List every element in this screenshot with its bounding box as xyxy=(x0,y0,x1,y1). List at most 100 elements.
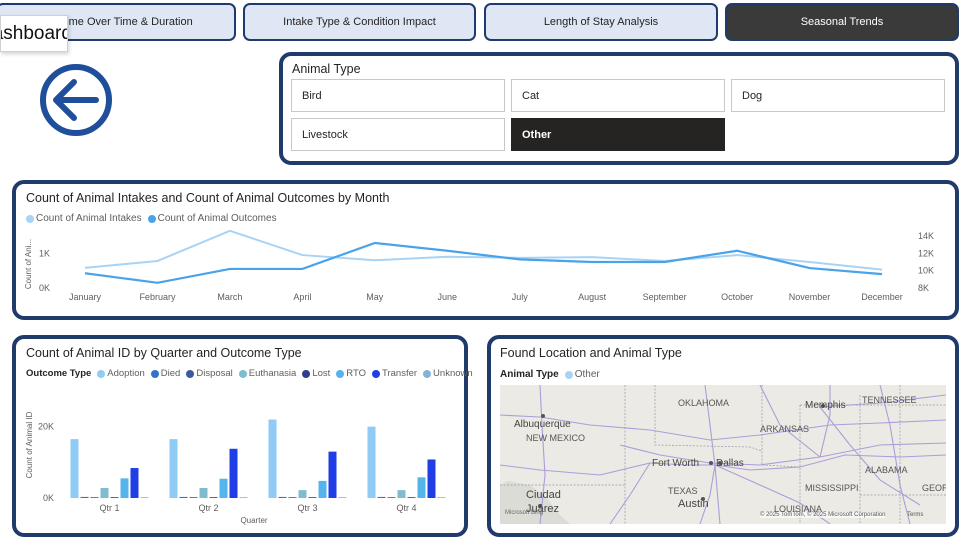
legend-label: Lost xyxy=(312,368,331,379)
bing-logo: Microsoft Bing xyxy=(505,510,544,516)
map-legend: Animal Type Other xyxy=(500,369,604,380)
slicer-option-dog[interactable]: Dog xyxy=(731,79,945,112)
y-tick-label: 0K xyxy=(43,493,54,503)
back-arrow-icon[interactable] xyxy=(38,62,114,138)
bar-unknown-qtr1 xyxy=(140,497,149,498)
y-left-tick: 1K xyxy=(39,248,50,258)
legend-swatch xyxy=(336,369,345,378)
legend-item-outcomes: Count of Animal Outcomes xyxy=(147,213,277,224)
tab-label: Length of Stay Analysis xyxy=(543,16,659,28)
legend-swatch xyxy=(186,369,195,378)
x-tick-label: February xyxy=(139,292,176,302)
bar-died-qtr4 xyxy=(377,496,386,498)
line-chart-legend: Count of Animal Intakes Count of Animal … xyxy=(26,213,281,224)
bar-disposal-qtr2 xyxy=(189,497,198,498)
legend-item-lost: Lost xyxy=(302,368,330,379)
tab-seasonal-trends[interactable]: Seasonal Trends xyxy=(725,3,959,41)
x-tick-label: August xyxy=(578,292,607,302)
tooltip-text: Dashboard xyxy=(1,22,68,44)
x-tick-label: October xyxy=(721,292,753,302)
x-tick-label: Qtr 1 xyxy=(99,503,119,513)
map-terms-link[interactable]: Terms xyxy=(907,512,923,518)
series-line-intakes xyxy=(84,229,883,271)
map-label-new-mexico: NEW MEXICO xyxy=(526,433,586,443)
bar-adoption-qtr3 xyxy=(268,419,277,498)
legend-label: Euthanasia xyxy=(248,368,297,379)
legend-swatch xyxy=(372,369,381,378)
legend-label: Disposal xyxy=(196,368,233,379)
legend-label: Unknown xyxy=(433,368,473,379)
bar-adoption-qtr2 xyxy=(169,439,178,498)
slicer-option-bird[interactable]: Bird xyxy=(291,79,505,112)
bar-disposal-qtr4 xyxy=(387,497,396,498)
map-label-arkansas: ARKANSAS xyxy=(760,424,810,434)
bar-chart: Count of Animal ID 0K 20K Qtr 1 Qtr 2 Qtr 3 Qt… xyxy=(25,411,446,525)
legend-item-rto: RTO xyxy=(336,368,366,379)
y-right-tick: 12K xyxy=(918,248,934,258)
option-label: Dog xyxy=(742,89,763,102)
map-label-tennessee: TENNESSEE xyxy=(862,395,917,405)
x-tick-label: Qtr 3 xyxy=(297,503,317,513)
bar-transfer-qtr1 xyxy=(130,468,139,498)
slicer-option-livestock[interactable]: Livestock xyxy=(291,118,505,151)
tab-length-of-stay[interactable]: Length of Stay Analysis xyxy=(484,3,718,41)
map-label-memphis: Memphis xyxy=(805,400,846,411)
bar-lost-qtr3 xyxy=(308,497,317,498)
y-right-tick: 10K xyxy=(918,266,934,276)
map-view[interactable]: OKLAHOMA Memphis TENNESSEE Albuquerque N… xyxy=(500,385,946,524)
map-label-dallas: Dallas xyxy=(716,458,744,469)
x-axis-title: Quarter xyxy=(240,516,267,525)
tab-label: Intake Type & Condition Impact xyxy=(283,16,436,28)
bar-euthanasia-qtr1 xyxy=(100,488,109,498)
legend-item-adoption: Adoption xyxy=(97,368,145,379)
x-tick-label: December xyxy=(861,292,903,302)
tab-label: Seasonal Trends xyxy=(800,16,884,28)
bar-disposal-qtr3 xyxy=(288,497,297,498)
slicer-option-cat[interactable]: Cat xyxy=(511,79,725,112)
x-tick-label: March xyxy=(217,292,242,302)
bar-lost-qtr2 xyxy=(209,497,218,498)
y-axis-title: Count of Ani... xyxy=(24,239,33,289)
bar-died-qtr2 xyxy=(179,496,188,498)
legend-title: Animal Type xyxy=(500,369,559,380)
legend-item-intakes: Count of Animal Intakes xyxy=(26,213,142,224)
legend-swatch xyxy=(238,369,247,378)
bar-died-qtr1 xyxy=(80,496,89,498)
map-label-mississippi: MISSISSIPPI xyxy=(805,483,859,493)
bar-transfer-qtr3 xyxy=(328,451,337,498)
option-label: Other xyxy=(522,128,552,141)
legend-title: Outcome Type xyxy=(26,368,92,379)
legend-item-disposal: Disposal xyxy=(186,368,233,379)
legend-item-other: Other xyxy=(564,369,600,380)
legend-label: Transfer xyxy=(382,368,418,379)
legend-label: Died xyxy=(160,368,181,379)
bar-lost-qtr1 xyxy=(110,497,119,498)
bar-rto-qtr2 xyxy=(219,478,228,498)
bar-lost-qtr4 xyxy=(407,497,416,498)
legend-label: RTO xyxy=(346,368,367,379)
tab-intake-type[interactable]: Intake Type & Condition Impact xyxy=(243,3,476,41)
legend-item-unknown: Unknown xyxy=(423,368,473,379)
x-tick-label: September xyxy=(643,292,687,302)
legend-label: Adoption xyxy=(107,368,145,379)
x-tick-label: January xyxy=(69,292,102,302)
bar-adoption-qtr1 xyxy=(70,439,79,498)
bar-died-qtr3 xyxy=(278,496,287,498)
map-label-texas: TEXAS xyxy=(668,486,698,496)
bar-adoption-qtr4 xyxy=(367,426,376,498)
line-chart-title: Count of Animal Intakes and Count of Ani… xyxy=(26,191,390,205)
slicer-option-other[interactable]: Other xyxy=(511,118,725,151)
y-right-tick: 8K xyxy=(918,283,929,293)
map-label-fort-worth: Fort Worth xyxy=(652,458,700,469)
legend-swatch xyxy=(97,369,106,378)
bar-unknown-qtr2 xyxy=(239,497,248,498)
bar-euthanasia-qtr3 xyxy=(298,490,307,498)
y-tick-label: 20K xyxy=(38,422,54,432)
x-tick-label: July xyxy=(512,292,529,302)
bar-unknown-qtr3 xyxy=(338,497,347,498)
legend-item-died: Died xyxy=(150,368,181,379)
x-tick-label: June xyxy=(438,292,458,302)
legend-item-euthanasia: Euthanasia xyxy=(238,368,297,379)
bar-disposal-qtr1 xyxy=(90,497,99,498)
legend-item-transfer: Transfer xyxy=(372,368,417,379)
